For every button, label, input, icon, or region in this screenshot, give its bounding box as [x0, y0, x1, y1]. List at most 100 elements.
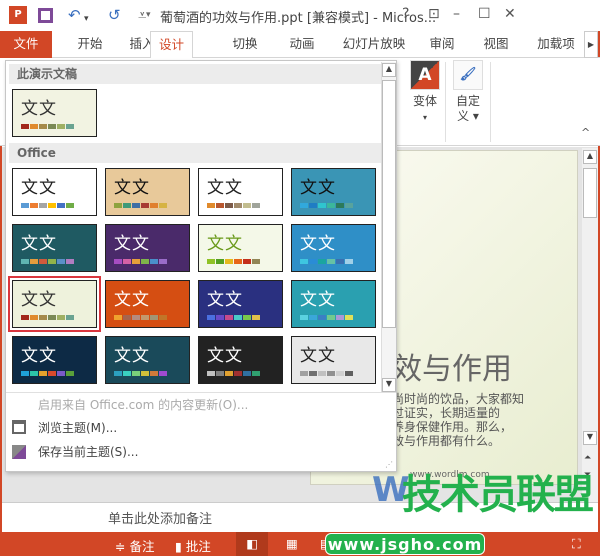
tab-home[interactable]: 开始 — [70, 31, 110, 58]
theme-thumbnail[interactable]: 文文 — [12, 224, 97, 272]
tab-addins[interactable]: 加载项 — [530, 31, 582, 58]
palette-swatch — [114, 259, 122, 264]
palette-swatch — [225, 203, 233, 208]
theme-sample-text: 文文 — [207, 178, 243, 198]
tab-file[interactable]: 文件 — [0, 31, 52, 58]
palette-swatch — [243, 371, 251, 376]
theme-thumbnail[interactable]: 文文 — [291, 336, 376, 384]
comments-button[interactable]: ▮ 批注 — [175, 536, 211, 555]
tab-animations[interactable]: 动画 — [282, 31, 322, 58]
theme-thumbnail[interactable]: 文文 — [105, 336, 190, 384]
theme-thumbnail[interactable]: 文文 — [12, 89, 97, 137]
palette-swatch — [216, 259, 224, 264]
palette-swatch — [30, 259, 38, 264]
vertical-scrollbar[interactable]: ▲ ▼ ⏶ ⏷ — [582, 148, 598, 502]
theme-color-palette — [114, 315, 167, 320]
palette-swatch — [243, 259, 251, 264]
theme-thumbnail[interactable]: 文文 — [12, 168, 97, 216]
divider — [6, 392, 396, 393]
scrollbar-thumb[interactable] — [583, 168, 597, 218]
palette-swatch — [114, 315, 122, 320]
customize-label-2[interactable]: 义 ▾ — [448, 109, 488, 124]
theme-color-palette — [114, 371, 167, 376]
help-button[interactable]: ? — [402, 6, 409, 22]
theme-sample-text: 文文 — [207, 290, 243, 310]
theme-thumbnail[interactable]: 文文 — [198, 280, 283, 328]
theme-thumbnail[interactable]: 文文 — [105, 168, 190, 216]
palette-swatch — [21, 371, 29, 376]
palette-swatch — [252, 203, 260, 208]
collapse-ribbon-icon[interactable]: ^ — [581, 126, 590, 139]
scroll-up-icon[interactable]: ▲ — [382, 63, 396, 77]
customize-qat-icon[interactable]: ▾ — [146, 10, 151, 20]
scrollbar-thumb[interactable] — [382, 80, 396, 328]
tab-design[interactable]: 设计 — [150, 31, 193, 59]
theme-thumbnail[interactable]: 文文 — [198, 224, 283, 272]
redo-icon[interactable]: ↺ — [108, 6, 121, 24]
palette-swatch — [309, 259, 317, 264]
palette-swatch — [123, 259, 131, 264]
scroll-down-icon[interactable]: ▼ — [583, 431, 597, 445]
theme-thumbnail[interactable]: 文文 — [105, 280, 190, 328]
palette-swatch — [207, 203, 215, 208]
minimize-button[interactable]: – — [453, 6, 460, 22]
palette-swatch — [39, 259, 47, 264]
theme-sample-text: 文文 — [300, 234, 336, 254]
scroll-up-icon[interactable]: ▲ — [583, 150, 597, 164]
menu-browse-themes[interactable]: 浏览主题(M)... — [38, 419, 117, 436]
palette-swatch — [132, 203, 140, 208]
scroll-down-icon[interactable]: ▼ — [382, 378, 396, 392]
tab-slideshow[interactable]: 幻灯片放映 — [340, 31, 408, 58]
normal-view-icon[interactable]: ◧ — [236, 532, 268, 556]
save-icon[interactable] — [38, 8, 53, 23]
menu-save-theme[interactable]: 保存当前主题(S)... — [38, 443, 138, 460]
theme-thumbnail[interactable]: 文文 — [291, 280, 376, 328]
gallery-scrollbar[interactable]: ▲ ▼ — [381, 62, 396, 392]
theme-thumbnail[interactable]: 文文 — [8, 276, 101, 332]
theme-thumbnail[interactable]: 文文 — [291, 168, 376, 216]
tabs-scroll-right-icon[interactable]: ▶ — [584, 31, 598, 58]
theme-sample-text: 文文 — [300, 178, 336, 198]
ribbon-display-options-button[interactable]: ⊡ — [428, 6, 440, 22]
close-button[interactable]: ✕ — [504, 6, 516, 22]
variants-label[interactable]: 变体 — [405, 94, 445, 109]
theme-color-palette — [21, 203, 74, 208]
tab-transitions[interactable]: 切换 — [225, 31, 265, 58]
theme-thumbnail[interactable]: 文文 — [198, 336, 283, 384]
slide-sorter-icon[interactable]: ▦ — [286, 536, 298, 551]
variants-dropdown-icon[interactable]: ▾ — [405, 110, 445, 125]
theme-sample-text: 文文 — [21, 178, 57, 198]
palette-swatch — [225, 259, 233, 264]
maximize-button[interactable]: ☐ — [478, 6, 491, 22]
theme-thumbnail[interactable]: 文文 — [12, 336, 97, 384]
variants-icon[interactable]: A — [410, 60, 440, 90]
fit-slide-icon[interactable]: ⛶ — [572, 536, 581, 552]
resize-grip-icon[interactable]: ⋰ — [385, 460, 393, 469]
palette-swatch — [243, 315, 251, 320]
undo-dropdown-icon[interactable]: ▾ — [84, 10, 89, 28]
undo-icon[interactable]: ↶ — [68, 6, 81, 24]
powerpoint-logo-icon: P — [9, 6, 27, 24]
theme-sample-text: 文文 — [21, 234, 57, 254]
theme-sample-text: 文文 — [21, 290, 57, 310]
ribbon-tabs: 文件 开始 插入 设计 切换 动画 幻灯片放映 审阅 视图 加载项 ▶ — [0, 31, 600, 59]
customize-label[interactable]: 自定 — [448, 94, 488, 109]
customize-icon[interactable]: 🖌 — [453, 60, 483, 90]
slide-title[interactable]: 效与作用 — [392, 344, 512, 388]
theme-thumbnail[interactable]: 文文 — [291, 224, 376, 272]
palette-swatch — [252, 259, 260, 264]
palette-swatch — [39, 124, 47, 129]
palette-swatch — [327, 315, 335, 320]
theme-thumbnail[interactable]: 文文 — [198, 168, 283, 216]
slide-body-line[interactable]: 效与作用都有什么。 — [392, 432, 500, 449]
tab-review[interactable]: 审阅 — [422, 31, 462, 58]
palette-swatch — [327, 203, 335, 208]
theme-thumbnail[interactable]: 文文 — [105, 224, 190, 272]
browse-themes-icon — [12, 420, 26, 434]
palette-swatch — [207, 371, 215, 376]
tab-view[interactable]: 视图 — [476, 31, 516, 58]
palette-swatch — [141, 371, 149, 376]
notes-button[interactable]: ≑ 备注 — [115, 536, 154, 555]
notes-placeholder[interactable]: 单击此处添加备注 — [108, 508, 212, 527]
title-bar: P ↶ ▾ ↺ ⩡ ▾ 葡萄酒的功效与作用.ppt [兼容模式] - Micro… — [0, 0, 600, 31]
